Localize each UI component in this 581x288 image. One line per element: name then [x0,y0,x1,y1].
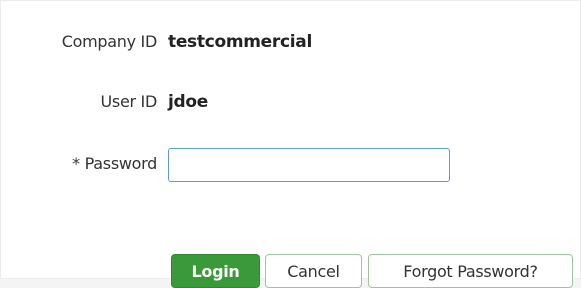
forgot-password-button[interactable]: Forgot Password? [368,254,573,288]
password-label: * Password [72,154,157,173]
password-field[interactable] [168,148,450,182]
user-id-value: jdoe [168,92,209,112]
user-id-label: User ID [100,92,158,111]
user-id-row: User ID jdoe [0,82,581,122]
cancel-button[interactable]: Cancel [265,254,362,288]
company-id-value: testcommercial [168,32,313,52]
login-panel: Company ID testcommercial User ID jdoe *… [0,0,581,288]
login-button[interactable]: Login [171,254,260,288]
company-id-row: Company ID testcommercial [0,22,581,62]
company-id-label: Company ID [61,32,158,51]
password-row: * Password [0,144,581,184]
